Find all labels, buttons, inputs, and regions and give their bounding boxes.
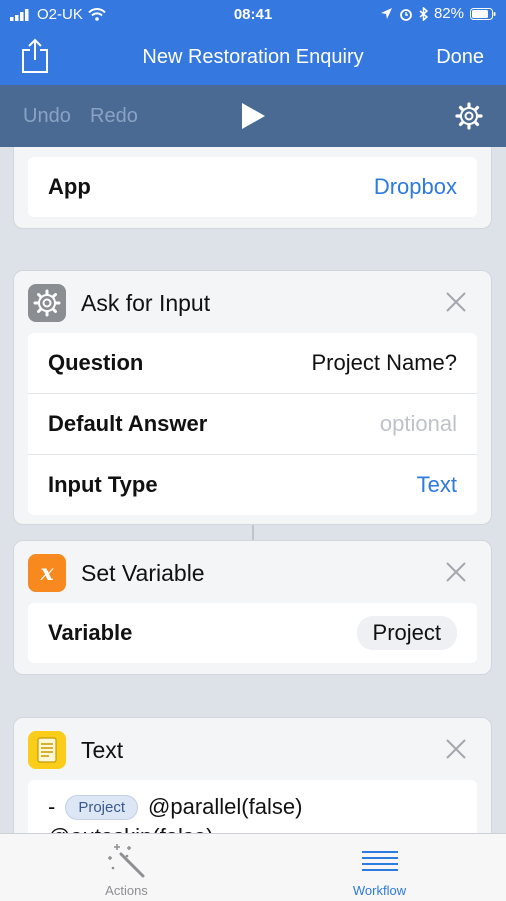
app-label: App — [48, 174, 91, 199]
set-variable-title: Set Variable — [81, 560, 205, 586]
set-variable-card[interactable]: x Set Variable Variable Project — [13, 540, 492, 675]
workflow-list-icon — [362, 851, 398, 871]
default-answer-field[interactable]: optional — [380, 411, 457, 437]
text-dash: - — [48, 794, 56, 819]
tab-workflow-label: Workflow — [352, 883, 407, 898]
app-value[interactable]: Dropbox — [374, 174, 457, 200]
navigation-bar: New Restoration Enquiry Done — [0, 30, 506, 85]
play-button[interactable] — [239, 102, 267, 130]
variable-name-pill[interactable]: Project — [356, 616, 457, 650]
settings-gear-icon[interactable] — [455, 102, 483, 130]
question-row[interactable]: Question Project Name? — [28, 333, 477, 394]
redo-button[interactable]: Redo — [90, 105, 138, 128]
question-label: Question — [48, 350, 144, 375]
tab-bar: Actions Workflow — [0, 833, 506, 901]
variable-label: Variable — [48, 620, 133, 645]
workflow-title[interactable]: New Restoration Enquiry — [0, 46, 506, 69]
ask-for-input-card[interactable]: Ask for Input Question Project Name? Def… — [13, 270, 492, 525]
battery-icon — [470, 7, 496, 20]
text-body[interactable]: - Project @parallel(false) @autoskip(fal… — [28, 780, 477, 833]
variable-row[interactable]: Variable Project — [28, 603, 477, 663]
close-icon[interactable] — [445, 738, 467, 760]
default-answer-row[interactable]: Default Answer optional — [28, 394, 477, 455]
workflow-canvas[interactable]: App Dropbox Ask for Input Question Proje… — [0, 147, 506, 833]
input-type-value[interactable]: Text — [417, 472, 457, 498]
magic-wand-icon — [108, 844, 145, 878]
tab-actions[interactable]: Actions — [0, 834, 253, 901]
battery-percent: 82% — [433, 5, 464, 22]
text-line-2: @autoskip(false) — [48, 824, 213, 833]
set-variable-params: Variable Project — [28, 603, 477, 663]
bluetooth-icon — [419, 6, 428, 21]
text-header: Text — [14, 718, 491, 780]
input-type-label: Input Type — [48, 472, 158, 497]
status-bar: O2-UK 08:41 82% — [0, 0, 506, 30]
text-line-1: - Project @parallel(false) — [48, 794, 302, 820]
location-arrow-icon — [380, 8, 392, 19]
set-variable-header: x Set Variable — [14, 541, 491, 603]
question-value[interactable]: Project Name? — [311, 350, 457, 376]
text-line-1-content: @parallel(false) — [148, 794, 303, 819]
input-type-row[interactable]: Input Type Text — [28, 455, 477, 515]
flow-connector — [252, 525, 254, 540]
text-title: Text — [81, 737, 124, 763]
editor-toolbar: Undo Redo — [0, 85, 506, 147]
app-row[interactable]: App Dropbox — [28, 157, 477, 217]
ask-for-input-params: Question Project Name? Default Answer op… — [28, 333, 477, 515]
ask-input-gear-icon — [28, 284, 66, 322]
project-variable-token[interactable]: Project — [65, 794, 139, 820]
tab-workflow[interactable]: Workflow — [253, 834, 506, 901]
text-document-icon — [28, 731, 66, 769]
close-icon[interactable] — [445, 291, 467, 313]
undo-button[interactable]: Undo — [23, 105, 71, 128]
ask-for-input-title: Ask for Input — [81, 290, 211, 316]
ask-for-input-header: Ask for Input — [14, 271, 491, 333]
alarm-icon — [400, 8, 412, 21]
default-answer-label: Default Answer — [48, 411, 208, 436]
text-action-card[interactable]: Text - Project @parallel(false) @autoski… — [13, 717, 492, 833]
variable-x-icon: x — [28, 554, 66, 592]
dropbox-params: App Dropbox — [28, 157, 477, 217]
dropbox-action-card[interactable]: App Dropbox — [13, 147, 492, 229]
close-icon[interactable] — [445, 561, 467, 583]
done-button[interactable]: Done — [436, 46, 484, 69]
tab-actions-label: Actions — [105, 883, 148, 898]
status-right: 82% — [380, 5, 496, 22]
